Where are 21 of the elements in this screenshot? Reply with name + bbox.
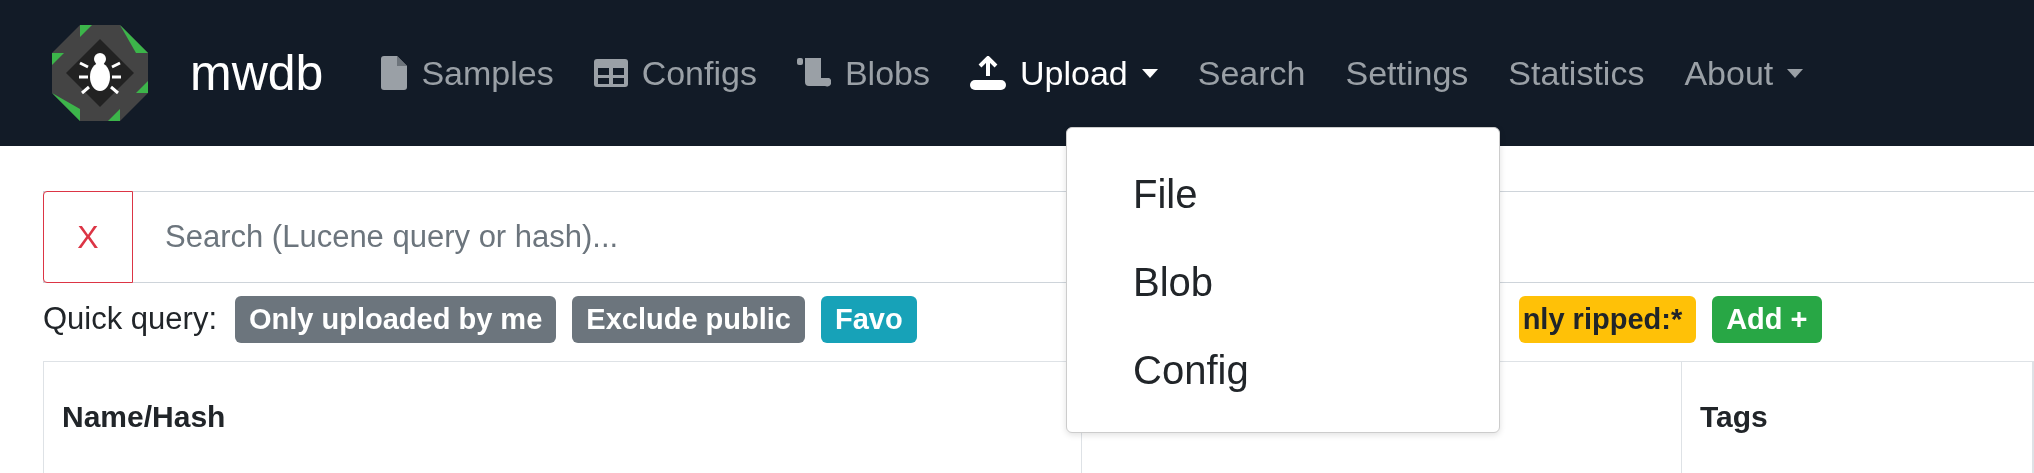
table-icon: [593, 59, 628, 87]
file-icon: [381, 56, 408, 90]
nav-link[interactable]: Configs: [573, 53, 777, 93]
nav-link[interactable]: Blobs: [776, 53, 950, 93]
nav-link[interactable]: Samples: [361, 53, 574, 93]
nav-link[interactable]: Search: [1177, 53, 1326, 93]
quick-query-tag[interactable]: Exclude public: [572, 295, 805, 343]
brand-name[interactable]: mwdb: [190, 44, 324, 102]
quick-query-label: Quick query:: [43, 301, 217, 337]
upload-icon: [970, 56, 1006, 90]
quick-query-tag[interactable]: Only uploaded by me: [235, 295, 557, 343]
clear-button[interactable]: X: [43, 191, 133, 283]
nav-link[interactable]: Upload: [950, 53, 1178, 93]
menu-item[interactable]: Config: [1067, 338, 1499, 426]
quick-query-tag[interactable]: nly ripped:*: [1518, 295, 1697, 343]
scroll-icon: [796, 58, 831, 88]
bug-logo-icon: [52, 25, 148, 121]
column-header: Tags: [1682, 362, 2033, 473]
nav-link[interactable]: Settings: [1325, 53, 1489, 93]
nav-link[interactable]: Statistics: [1488, 53, 1665, 93]
nav-link[interactable]: About: [1664, 53, 1824, 93]
